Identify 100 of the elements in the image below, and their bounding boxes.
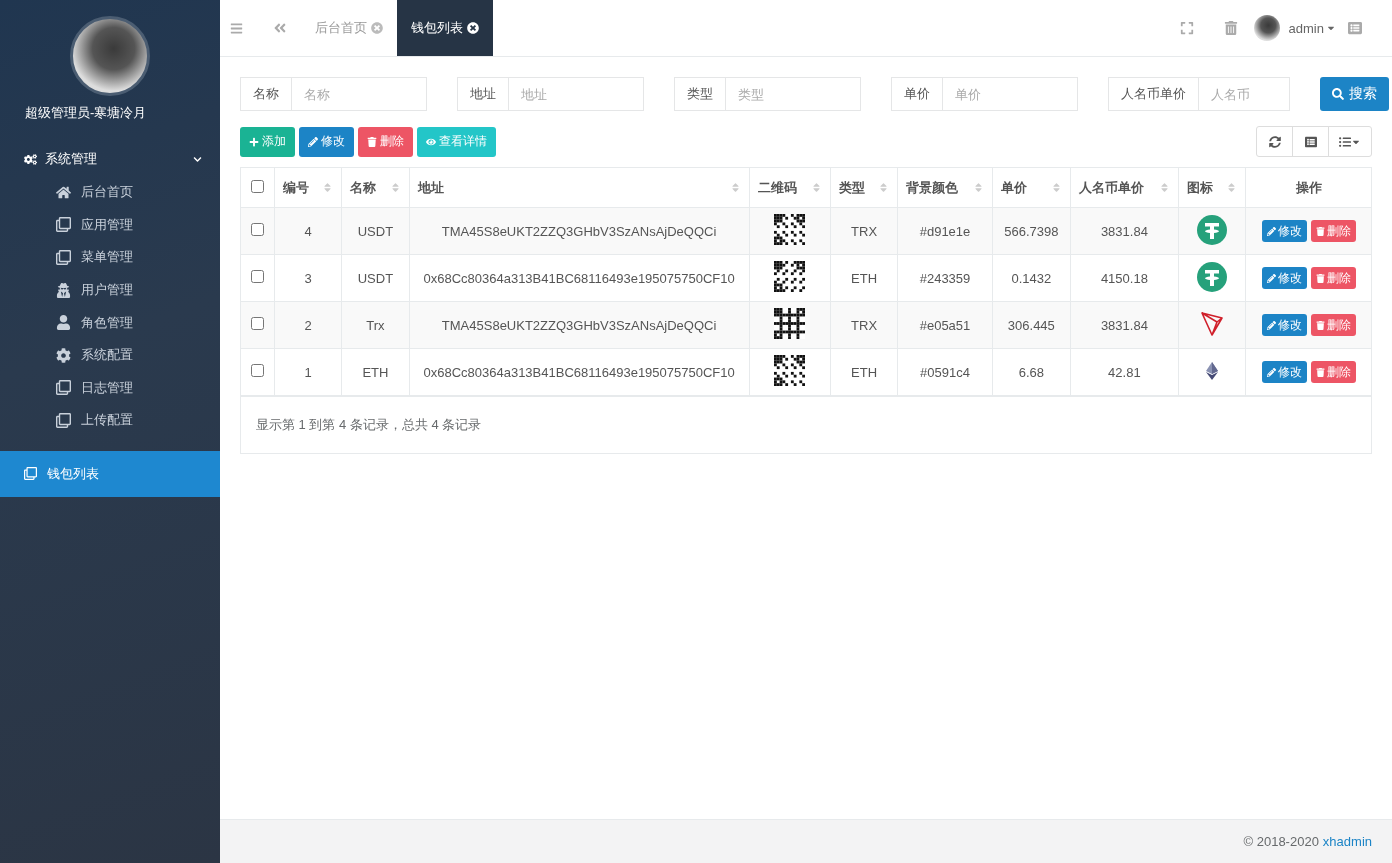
table-cell: 1 — [274, 348, 342, 396]
column-header[interactable]: 类型 — [838, 178, 865, 197]
double-left-icon[interactable] — [273, 21, 287, 35]
user-avatar — [1253, 15, 1280, 41]
row-checkbox[interactable] — [251, 317, 265, 330]
toggle-view-button[interactable] — [1292, 126, 1329, 157]
trash-icon[interactable] — [1223, 21, 1238, 35]
edit-button[interactable]: 修改 — [1261, 361, 1307, 383]
sort-icon[interactable] — [878, 182, 890, 193]
tether-coin-icon — [1197, 214, 1227, 245]
filter-input[interactable]: 单价 — [943, 77, 1078, 111]
search-icon — [1332, 88, 1344, 100]
filter-label: 地址 — [457, 77, 509, 111]
column-header: 操作 — [1245, 168, 1371, 208]
menu-item[interactable]: 菜单管理 — [0, 241, 220, 274]
menu-item[interactable]: 日志管理 — [0, 371, 220, 405]
table-cell: #e05a51 — [897, 301, 993, 349]
menu-item[interactable]: 钱包列表 — [0, 450, 220, 497]
trash-icon — [1315, 226, 1325, 236]
refresh-button[interactable] — [1256, 126, 1293, 157]
sort-icon[interactable] — [322, 182, 334, 193]
columns-button[interactable] — [1328, 126, 1372, 157]
edit-button[interactable]: 修改 — [299, 126, 354, 157]
menu-item[interactable]: 应用管理 — [0, 208, 220, 242]
refresh-icon — [1268, 135, 1281, 148]
column-header[interactable]: 图标 — [1186, 178, 1213, 197]
qr-code-icon — [774, 355, 806, 386]
trash-icon — [1315, 367, 1325, 377]
column-header[interactable]: 名称 — [350, 178, 377, 197]
table-cell: TRX — [830, 301, 898, 349]
profile-name: 超级管理员-寒塘冷月 — [25, 104, 147, 122]
menu-item[interactable]: 后台首页 — [0, 176, 220, 209]
table-cell: 566.7398 — [992, 207, 1071, 255]
menu-item[interactable]: 系统配置 — [0, 338, 220, 372]
filter-label: 名称 — [240, 77, 292, 111]
sort-icon[interactable] — [972, 182, 984, 193]
column-header[interactable]: 编号 — [283, 178, 310, 197]
table-cell: #0591c4 — [897, 348, 993, 396]
list-icon — [1304, 135, 1317, 148]
column-header[interactable]: 地址 — [417, 178, 444, 197]
filter-label: 人名币单价 — [1108, 77, 1199, 111]
sort-icon[interactable] — [1158, 182, 1170, 193]
table-cell: Trx — [341, 301, 410, 349]
ethereum-logo-icon — [1206, 361, 1218, 380]
plus-icon — [249, 136, 259, 147]
filter-label: 类型 — [674, 77, 726, 111]
chevron-icon — [193, 154, 202, 164]
edit-button[interactable]: 修改 — [1261, 220, 1307, 242]
menu-item[interactable]: 用户管理 — [0, 273, 220, 307]
table-cell: 306.445 — [992, 301, 1071, 349]
sort-icon[interactable] — [389, 182, 401, 193]
menu-item[interactable]: 角色管理 — [0, 306, 220, 339]
table-cell: 4150.18 — [1070, 254, 1179, 302]
edit-button[interactable]: 修改 — [1261, 267, 1307, 289]
table-cell: 0x68Cc80364a313B41BC68116493e195075750CF10 — [409, 348, 750, 396]
row-checkbox[interactable] — [251, 364, 265, 377]
table-cell: TMA45S8eUKT2ZZQ3GHbV3SzANsAjDeQQCi — [409, 207, 750, 255]
user-icon — [56, 315, 71, 331]
filter-input[interactable]: 人名币 — [1199, 77, 1290, 111]
fullscreen-icon[interactable] — [1179, 21, 1194, 35]
column-header[interactable]: 单价 — [1000, 178, 1027, 197]
table-cell: 2 — [274, 301, 342, 349]
sort-icon[interactable] — [729, 182, 741, 193]
filter-input[interactable]: 名称 — [292, 77, 427, 111]
table-cell: 0x68Cc80364a313B41BC68116493e195075750CF10 — [409, 254, 750, 302]
select-all-checkbox[interactable] — [251, 179, 265, 193]
eye-icon — [426, 136, 436, 147]
filter-input[interactable]: 类型 — [726, 77, 861, 111]
copyright-text: © 2018-2020 — [1243, 834, 1319, 849]
list-icon[interactable] — [1348, 21, 1362, 35]
table-cell: 3831.84 — [1070, 301, 1179, 349]
filter-input[interactable]: 地址 — [509, 77, 644, 111]
search-button[interactable]: 搜索 — [1320, 77, 1389, 111]
sort-icon[interactable] — [1051, 182, 1063, 193]
copy-icon — [56, 412, 71, 428]
qr-code-icon — [774, 308, 806, 339]
tron-logo-icon — [1200, 310, 1224, 337]
gear-icon — [56, 347, 71, 363]
list-icon — [1339, 135, 1351, 148]
pagination-summary: 显示第 1 到第 4 条记录，总共 4 条记录 — [241, 396, 1371, 453]
close-icon[interactable] — [467, 22, 479, 34]
pencil-icon — [1266, 320, 1276, 330]
pencil-icon — [1266, 367, 1276, 377]
table-cell: #d91e1e — [897, 207, 993, 255]
row-checkbox[interactable] — [251, 270, 265, 283]
menu-icon[interactable] — [230, 21, 243, 35]
copy-icon — [56, 380, 71, 396]
table-cell: TRX — [830, 207, 898, 255]
sort-icon[interactable] — [810, 182, 822, 193]
user-menu[interactable]: admin — [1288, 20, 1336, 36]
table-cell: 4 — [274, 207, 342, 255]
copy-icon — [24, 467, 37, 481]
footer-link[interactable]: xhadmin — [1322, 834, 1372, 849]
spy-icon — [56, 282, 71, 298]
menu-item[interactable]: 上传配置 — [0, 404, 220, 437]
row-checkbox[interactable] — [251, 223, 265, 236]
sort-icon[interactable] — [1226, 182, 1238, 193]
menu-group[interactable]: 系统管理 — [0, 142, 220, 176]
edit-button[interactable]: 修改 — [1261, 314, 1307, 336]
tab[interactable]: 钱包列表 — [397, 0, 493, 56]
